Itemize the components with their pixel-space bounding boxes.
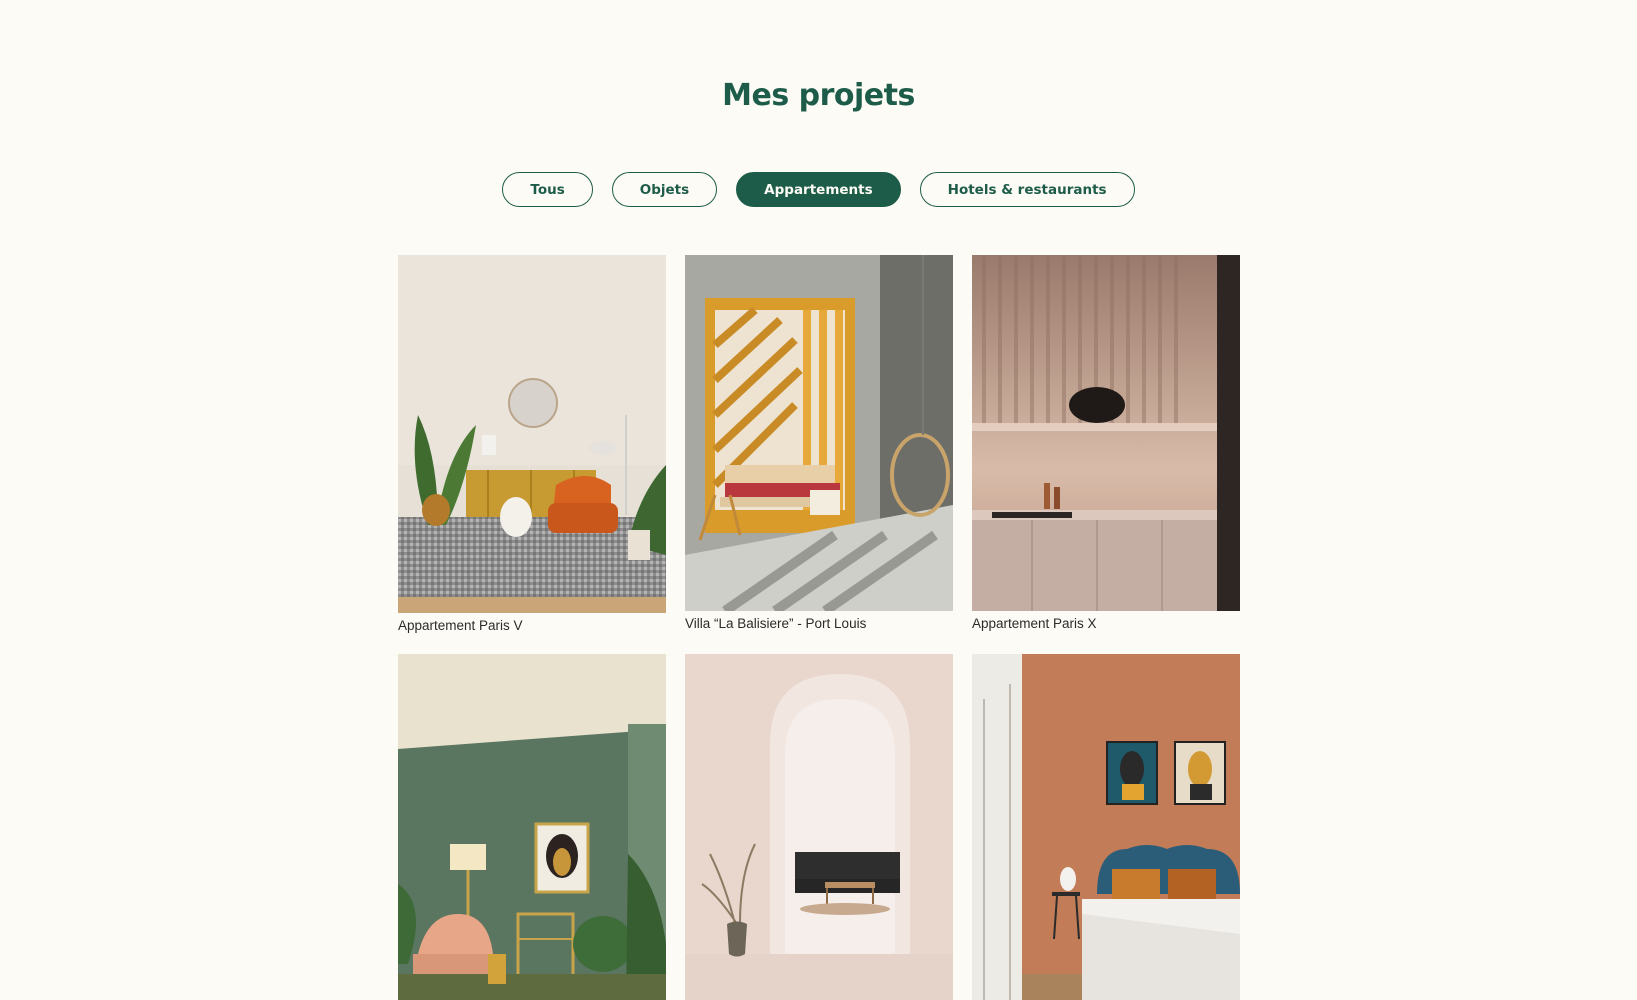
project-image[interactable] bbox=[685, 255, 953, 611]
villa-lounge-photo bbox=[685, 255, 953, 611]
project-card[interactable] bbox=[685, 654, 953, 1000]
page-title: Mes projets bbox=[722, 78, 915, 113]
kitchen-photo bbox=[972, 255, 1240, 611]
terracotta-bedroom-photo bbox=[972, 654, 1240, 1000]
project-image[interactable] bbox=[972, 654, 1240, 1000]
filter-tous-button[interactable]: Tous bbox=[502, 172, 593, 207]
project-card[interactable]: Appartement Paris V bbox=[398, 255, 666, 654]
project-card[interactable] bbox=[972, 654, 1240, 1000]
project-caption: Appartement Paris X bbox=[972, 616, 1097, 631]
project-grid: Appartement Paris V Villa “La Balisiere”… bbox=[398, 255, 1240, 1000]
project-caption: Appartement Paris V bbox=[398, 618, 523, 633]
project-card[interactable]: Villa “La Balisiere” - Port Louis bbox=[685, 255, 953, 654]
project-image[interactable] bbox=[972, 255, 1240, 611]
pink-arch-photo bbox=[685, 654, 953, 1000]
project-caption: Villa “La Balisiere” - Port Louis bbox=[685, 616, 867, 631]
project-image[interactable] bbox=[685, 654, 953, 1000]
project-image[interactable] bbox=[398, 255, 666, 613]
green-living-room-photo bbox=[398, 654, 666, 1000]
filter-bar: Tous Objets Appartements Hotels & restau… bbox=[0, 172, 1637, 207]
filter-appartements-button[interactable]: Appartements bbox=[736, 172, 901, 207]
filter-objets-button[interactable]: Objets bbox=[611, 172, 718, 207]
project-card[interactable] bbox=[398, 654, 666, 1000]
filter-hotels-restaurants-button[interactable]: Hotels & restaurants bbox=[919, 172, 1135, 207]
page: Mes projets Tous Objets Appartements Hot… bbox=[0, 0, 1637, 1000]
project-image[interactable] bbox=[398, 654, 666, 1000]
project-card[interactable]: Appartement Paris X bbox=[972, 255, 1240, 654]
living-room-photo bbox=[398, 255, 666, 613]
